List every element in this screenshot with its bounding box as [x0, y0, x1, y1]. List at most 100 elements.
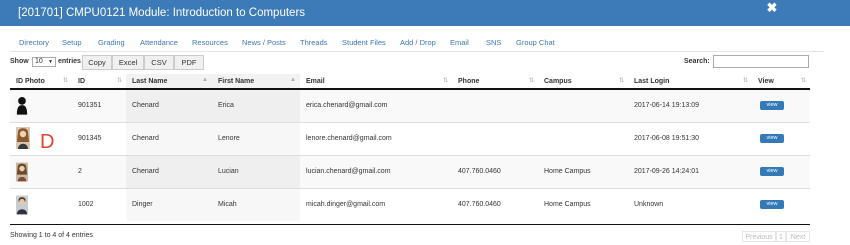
id-photo-cell [10, 154, 72, 188]
sort-icon: ⇅ [62, 78, 68, 84]
title-bar: [201701] CMPU0121 Module: Introduction t… [0, 0, 850, 26]
sort-icon: ⇅ [442, 78, 448, 84]
campus-cell [538, 88, 628, 122]
email-cell: micah.dinger@gmail.com [300, 187, 452, 221]
close-icon: ✖ [766, 0, 778, 15]
nav-setup[interactable]: Setup [62, 38, 82, 47]
nav-student-files[interactable]: Student Files [342, 38, 386, 47]
col-last-login[interactable]: Last Login ⇅ [628, 74, 752, 90]
nav-resources[interactable]: Resources [192, 38, 228, 47]
nav-group-chat[interactable]: Group Chat [516, 38, 555, 47]
email-cell: lucian.chenard@gmail.com [300, 154, 452, 188]
module-dialog: [201701] CMPU0121 Module: Introduction t… [0, 0, 850, 245]
search-input[interactable] [713, 55, 809, 68]
entries-length-select[interactable]: 10 ▼ [32, 57, 56, 67]
sort-icon: ⇅ [800, 78, 806, 84]
view-cell: view [752, 187, 810, 221]
id-photo-cell [10, 187, 72, 221]
last-name-cell: Dinger [126, 187, 212, 221]
last-login-cell: 2017-06-14 19:13:09 [628, 88, 752, 122]
first-name-cell: Lenore [212, 121, 300, 155]
sort-icon: ⇅ [528, 78, 534, 84]
entries-label: entries [58, 58, 81, 65]
show-label: Show [10, 58, 29, 65]
view-cell: view [752, 121, 810, 155]
copy-button[interactable]: Copy [82, 55, 112, 70]
view-button[interactable]: view [760, 167, 784, 176]
user-silhouette-icon [16, 96, 28, 115]
col-id[interactable]: ID ⇅ [72, 74, 126, 90]
phone-cell: 407.760.0460 [452, 154, 538, 188]
table-row: 901351 Chenard Erica erica.chenard@gmail… [10, 88, 810, 122]
nav-attendance[interactable]: Attendance [140, 38, 178, 47]
first-name-cell: Lucian [212, 154, 300, 188]
close-button[interactable]: ✖ [765, 0, 779, 26]
phone-cell: 407.760.0460 [452, 187, 538, 221]
module-nav: Directory Setup Grading Attendance Resou… [10, 32, 824, 52]
email-cell: erica.chenard@gmail.com [300, 88, 452, 122]
csv-button[interactable]: CSV [144, 55, 174, 70]
nav-email[interactable]: Email [450, 38, 469, 47]
last-login-cell: Unknown [628, 187, 752, 221]
student-photo [16, 162, 28, 181]
nav-sns[interactable]: SNS [486, 38, 501, 47]
table-row: 2 Chenard Lucian lucian.chenard@gmail.co… [10, 154, 810, 188]
pdf-button[interactable]: PDF [174, 55, 204, 70]
view-button[interactable]: view [760, 101, 784, 111]
student-photo [16, 195, 28, 215]
email-cell: lenore.chenard@gmail.com [300, 121, 452, 155]
students-table: ID Photo ⇅ ID ⇅ Last Name ▲ First Name ▲ Ema… [10, 74, 810, 221]
col-id-photo[interactable]: ID Photo ⇅ [10, 74, 72, 90]
col-view[interactable]: View ⇅ [752, 74, 810, 90]
search-label: Search: [684, 58, 710, 65]
table-header-row: ID Photo ⇅ ID ⇅ Last Name ▲ First Name ▲ Ema… [10, 74, 810, 90]
id-cell: 2 [72, 154, 126, 188]
col-phone[interactable]: Phone ⇅ [452, 74, 538, 90]
view-cell: view [752, 88, 810, 122]
col-email[interactable]: Email ⇅ [300, 74, 452, 90]
nav-news-posts[interactable]: News / Posts [242, 38, 286, 47]
last-name-cell: Chenard [126, 88, 212, 122]
sort-icon: ⇅ [742, 78, 748, 84]
view-cell: view [752, 154, 810, 188]
view-button[interactable]: view [760, 200, 784, 210]
chevron-down-icon: ▼ [48, 59, 53, 65]
table-controls: Show 10 ▼ entries Copy Excel CSV PDF Sea… [10, 55, 810, 71]
table-row: 901345 Chenard Lenore lenore.chenard@gma… [10, 121, 810, 155]
first-name-cell: Micah [212, 187, 300, 221]
last-name-cell: Chenard [126, 154, 212, 188]
col-last-name[interactable]: Last Name ▲ [126, 74, 212, 90]
last-login-cell: 2017-06-08 19:51:30 [628, 121, 752, 155]
phone-cell [452, 88, 538, 122]
phone-cell [452, 121, 538, 155]
nav-grading[interactable]: Grading [98, 38, 125, 47]
id-cell: 1002 [72, 187, 126, 221]
pagination-previous[interactable]: Previous [742, 231, 776, 242]
campus-cell [538, 121, 628, 155]
nav-threads[interactable]: Threads [300, 38, 328, 47]
badge-letter: D [40, 131, 55, 153]
pagination-next[interactable]: Next [786, 231, 810, 242]
last-name-cell: Chenard [126, 121, 212, 155]
col-campus[interactable]: Campus ⇅ [538, 74, 628, 90]
entries-length-value: 10 [35, 58, 43, 65]
excel-button[interactable]: Excel [112, 55, 144, 70]
table-row: 1002 Dinger Micah micah.dinger@gmail.com… [10, 187, 810, 221]
pagination-page-1[interactable]: 1 [776, 231, 786, 242]
last-login-cell: 2017-09-26 14:24:01 [628, 154, 752, 188]
campus-cell: Home Campus [538, 187, 628, 221]
nav-add-drop[interactable]: Add / Drop [400, 38, 436, 47]
sort-asc-icon: ▲ [290, 77, 296, 83]
nav-directory[interactable]: Directory [19, 38, 49, 47]
id-photo-cell [10, 88, 72, 122]
sort-icon: ⇅ [116, 78, 122, 84]
view-button[interactable]: view [760, 134, 784, 143]
id-cell: 901345 [72, 121, 126, 155]
campus-cell: Home Campus [538, 154, 628, 188]
id-cell: 901351 [72, 88, 126, 122]
first-name-cell: Erica [212, 88, 300, 122]
col-first-name[interactable]: First Name ▲ [212, 74, 300, 90]
sort-icon: ⇅ [618, 78, 624, 84]
sort-asc-icon: ▲ [202, 77, 208, 83]
dialog-title: [201701] CMPU0121 Module: Introduction t… [18, 7, 306, 19]
